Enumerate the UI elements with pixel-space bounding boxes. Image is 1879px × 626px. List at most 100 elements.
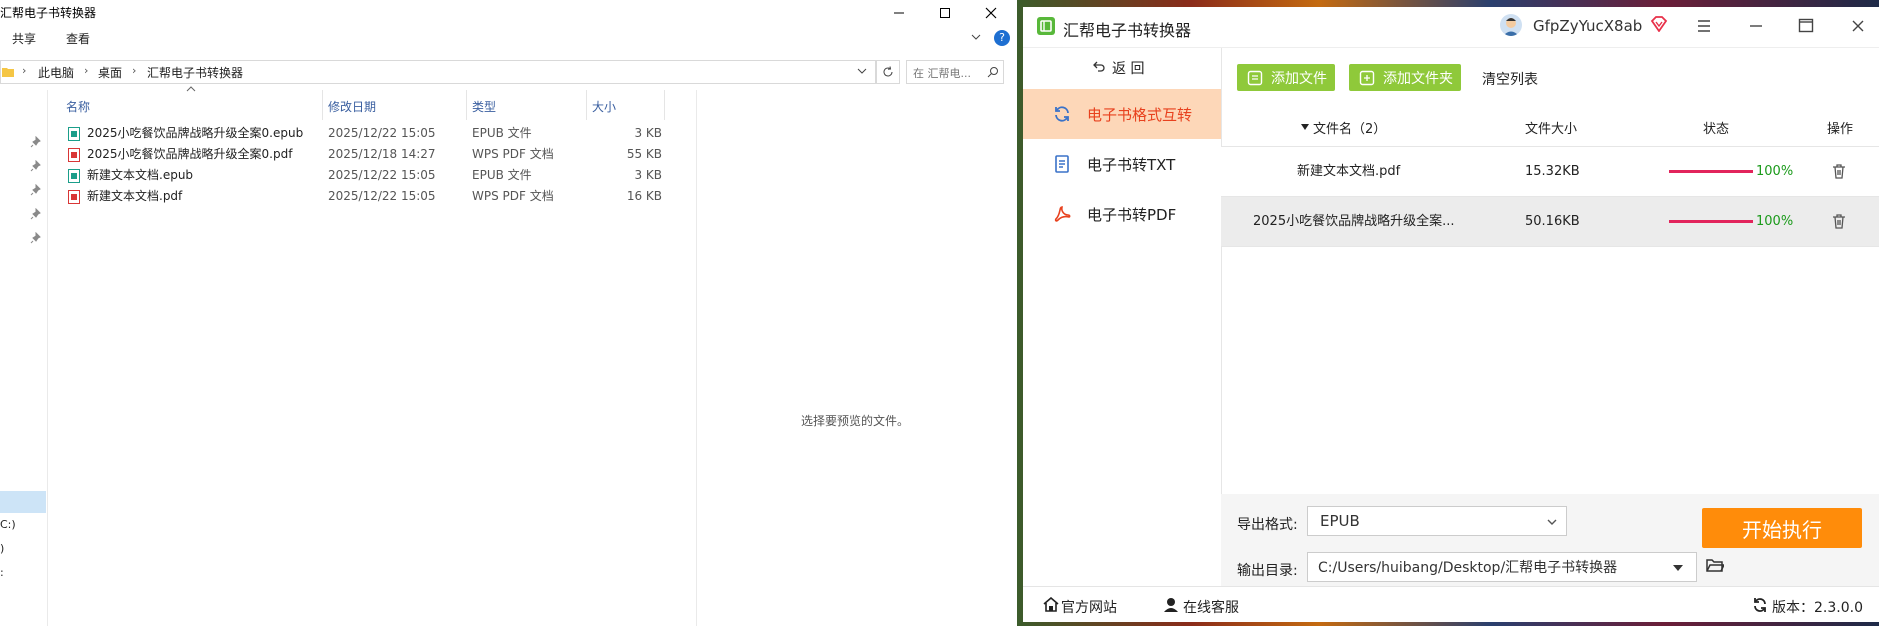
clear-list-button[interactable]: 清空列表 xyxy=(1482,69,1538,89)
minimize-button[interactable] xyxy=(876,0,922,26)
dropdown-arrow-icon xyxy=(1673,565,1683,571)
minimize-icon[interactable] xyxy=(1749,19,1763,33)
maximize-icon[interactable] xyxy=(1798,18,1814,34)
nav-item-drive[interactable]: C:) xyxy=(0,518,16,531)
open-folder-button[interactable] xyxy=(1706,557,1724,573)
file-type: EPUB 文件 xyxy=(472,126,532,140)
preview-pane-text: 选择要预览的文件。 xyxy=(801,414,910,428)
column-divider[interactable] xyxy=(322,90,323,120)
file-row[interactable]: 2025小吃餐饮品牌战略升级全案0.epub 2025/12/22 15:05 … xyxy=(66,123,666,144)
export-format-label: 导出格式: xyxy=(1237,517,1298,533)
add-file-icon xyxy=(1247,70,1263,85)
sidebar-item-label: 电子书格式互转 xyxy=(1087,105,1193,124)
pin-icon xyxy=(30,184,42,196)
search-placeholder: 在 汇帮电... xyxy=(913,67,971,80)
file-row[interactable]: 新建文本文档.epub 2025/12/22 15:05 EPUB 文件 3 K… xyxy=(66,165,666,186)
export-format-select[interactable]: EPUB xyxy=(1307,506,1567,536)
add-folder-label: 添加文件夹 xyxy=(1383,70,1453,87)
output-dir-select[interactable]: C:/Users/huibang/Desktop/汇帮电子书转换器 xyxy=(1307,552,1697,582)
refresh-icon xyxy=(1055,106,1069,122)
table-header-filename[interactable]: 文件名（2） xyxy=(1313,118,1386,137)
nav-item-selected[interactable] xyxy=(0,491,46,513)
vip-diamond-icon[interactable] xyxy=(1650,16,1668,32)
update-icon xyxy=(1754,598,1766,612)
file-row[interactable]: 新建文本文档.pdf 2025/12/22 15:05 WPS PDF 文档 1… xyxy=(66,186,666,207)
file-name: 新建文本文档.epub xyxy=(87,168,194,182)
column-header-date[interactable]: 修改日期 xyxy=(328,98,376,115)
nav-item-drive[interactable]: : xyxy=(0,566,4,579)
breadcrumb-separator-icon: › xyxy=(132,64,137,77)
add-file-button[interactable]: 添加文件 xyxy=(1237,64,1335,91)
sidebar-item-to-pdf[interactable]: 电子书转PDF xyxy=(1023,189,1221,239)
customer-service-icon xyxy=(1164,598,1178,612)
row-percent: 100% xyxy=(1756,164,1794,179)
output-dir-label: 输出目录: xyxy=(1237,563,1298,579)
document-icon xyxy=(1055,155,1069,173)
nav-item-drive[interactable]: ) xyxy=(0,542,4,555)
trash-icon xyxy=(1833,164,1845,179)
sidebar-item-to-txt[interactable]: 电子书转TXT xyxy=(1023,139,1221,189)
breadcrumb-separator-icon: › xyxy=(84,64,89,77)
file-type: WPS PDF 文档 xyxy=(472,147,554,161)
ribbon-tab-view[interactable]: 查看 xyxy=(66,30,90,47)
refresh-button[interactable] xyxy=(876,60,900,84)
folder-open-icon xyxy=(1706,559,1724,572)
home-icon xyxy=(1043,597,1059,612)
add-folder-button[interactable]: 添加文件夹 xyxy=(1349,64,1461,91)
file-date: 2025/12/22 15:05 xyxy=(328,168,436,182)
close-button[interactable] xyxy=(968,0,1014,26)
table-header-status: 状态 xyxy=(1703,122,1730,137)
help-icon[interactable]: ? xyxy=(994,30,1010,46)
column-header-type[interactable]: 类型 xyxy=(472,98,496,115)
search-icon xyxy=(987,67,998,78)
nav-pane-divider xyxy=(47,90,48,626)
sidebar-item-label: 电子书转TXT xyxy=(1087,155,1176,174)
search-box[interactable]: 在 汇帮电... xyxy=(906,60,1004,84)
file-explorer-window: 汇帮电子书转换器 共享 查看 ? › 此电脑 › 桌面 › 汇帮电子书转换器 在… xyxy=(0,0,1016,626)
menu-icon[interactable] xyxy=(1697,19,1711,33)
website-label: 官方网站 xyxy=(1061,600,1117,616)
support-label: 在线客服 xyxy=(1183,600,1239,616)
column-header-size[interactable]: 大小 xyxy=(592,98,616,115)
table-row[interactable]: 2025小吃餐饮品牌战略升级全案... 50.16KB 100% xyxy=(1221,197,1879,247)
file-name: 新建文本文档.pdf xyxy=(87,189,183,203)
table-row[interactable]: 新建文本文档.pdf 15.32KB 100% xyxy=(1221,147,1879,197)
column-divider[interactable] xyxy=(466,90,467,120)
progress-fill xyxy=(1669,170,1753,173)
breadcrumb-desktop[interactable]: 桌面 xyxy=(98,64,122,81)
file-name: 2025小吃餐饮品牌战略升级全案0.epub xyxy=(87,126,304,140)
avatar[interactable] xyxy=(1500,14,1522,36)
breadcrumb-this-pc[interactable]: 此电脑 xyxy=(38,64,74,81)
table-header-action: 操作 xyxy=(1827,122,1854,137)
breadcrumb-current-folder[interactable]: 汇帮电子书转换器 xyxy=(147,64,243,81)
pin-icon xyxy=(30,232,42,244)
app-footer xyxy=(1023,586,1879,622)
version-label: 版本：2.3.0.0 xyxy=(1772,600,1863,616)
maximize-button[interactable] xyxy=(922,0,968,26)
column-header-name[interactable]: 名称 xyxy=(66,98,90,115)
ribbon-tab-share[interactable]: 共享 xyxy=(12,30,36,47)
maximize-icon xyxy=(940,8,950,18)
epub-file-icon xyxy=(68,127,80,141)
progress-track xyxy=(1669,170,1753,173)
address-dropdown-icon[interactable] xyxy=(856,66,868,76)
add-folder-icon xyxy=(1359,70,1375,85)
column-divider[interactable] xyxy=(664,90,665,120)
file-row[interactable]: 2025小吃餐饮品牌战略升级全案0.pdf 2025/12/18 14:27 W… xyxy=(66,144,666,165)
close-icon[interactable] xyxy=(1851,19,1865,33)
column-divider[interactable] xyxy=(586,90,587,120)
start-button[interactable]: 开始执行 xyxy=(1702,508,1862,548)
sidebar-item-label: 电子书转PDF xyxy=(1087,205,1177,224)
minimize-icon xyxy=(894,12,904,14)
epub-file-icon xyxy=(68,169,80,183)
ribbon-expand-icon[interactable] xyxy=(970,32,982,42)
sort-down-icon xyxy=(1300,123,1310,131)
username[interactable]: GfpZyYucX8ab xyxy=(1533,17,1642,35)
sort-ascending-icon xyxy=(186,86,196,92)
pin-icon xyxy=(30,160,42,172)
add-file-label: 添加文件 xyxy=(1271,70,1327,87)
export-format-value: EPUB xyxy=(1320,512,1360,530)
file-date: 2025/12/18 14:27 xyxy=(328,147,436,161)
sidebar-item-format-convert[interactable]: 电子书格式互转 xyxy=(1023,89,1221,139)
file-size: 3 KB xyxy=(634,168,662,182)
